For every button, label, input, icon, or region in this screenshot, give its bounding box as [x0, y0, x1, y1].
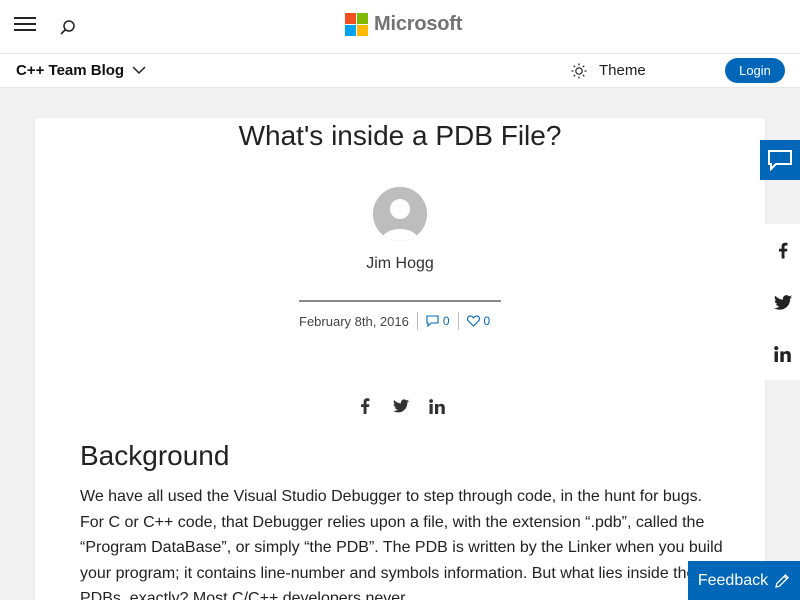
like-count: 0	[483, 314, 491, 328]
author-avatar[interactable]	[373, 187, 427, 241]
facebook-icon[interactable]	[357, 398, 373, 414]
post-date: February 8th, 2016	[299, 313, 409, 329]
theme-toggle[interactable]: Theme	[571, 62, 646, 79]
blog-nav: C++ Team Blog Theme	[0, 54, 800, 88]
blog-name-dropdown[interactable]: C++ Team Blog	[16, 62, 146, 79]
blog-name-label: C++ Team Blog	[16, 62, 125, 79]
author-name[interactable]: Jim Hogg	[35, 255, 765, 273]
linkedin-icon[interactable]	[429, 398, 445, 414]
heart-icon	[466, 315, 480, 327]
feedback-button[interactable]: Feedback	[688, 561, 800, 600]
article-body: We have all used the Visual Studio Debug…	[80, 488, 723, 600]
twitter-icon[interactable]	[393, 398, 409, 414]
post-title: What's inside a PDB File?	[238, 120, 562, 151]
meta-separator	[457, 312, 459, 330]
chat-button[interactable]	[760, 140, 800, 180]
side-share-bar	[765, 224, 800, 380]
microsoft-logo[interactable]: Microsoft	[345, 12, 462, 36]
comments-link[interactable]: 0	[426, 314, 450, 328]
microsoft-logo-icon	[345, 12, 368, 36]
meta-separator	[416, 312, 418, 330]
login-button[interactable]: Login	[725, 58, 785, 83]
brand-name: Microsoft	[374, 12, 463, 35]
meta-divider	[299, 300, 501, 302]
sun-icon	[571, 63, 587, 78]
linkedin-icon[interactable]	[765, 328, 800, 380]
article-card: What's inside a PDB File? Jim Hogg Febru…	[35, 118, 765, 600]
like-button[interactable]: 0	[466, 314, 491, 328]
facebook-icon[interactable]	[765, 224, 800, 276]
chevron-down-icon	[132, 66, 146, 75]
twitter-icon[interactable]	[765, 276, 800, 328]
chat-icon	[768, 150, 792, 171]
comment-icon	[426, 315, 439, 327]
share-row	[357, 398, 465, 414]
pencil-icon	[775, 573, 790, 588]
feedback-label: Feedback	[697, 571, 769, 589]
search-icon[interactable]	[58, 18, 78, 38]
theme-label: Theme	[599, 62, 646, 79]
post-meta: February 8th, 2016 0 0	[299, 311, 490, 331]
avatar-placeholder-icon	[373, 187, 427, 241]
hamburger-icon[interactable]	[14, 17, 36, 33]
section-heading: Background	[80, 440, 230, 471]
comment-count: 0	[442, 314, 450, 328]
global-header: Microsoft	[0, 0, 800, 54]
